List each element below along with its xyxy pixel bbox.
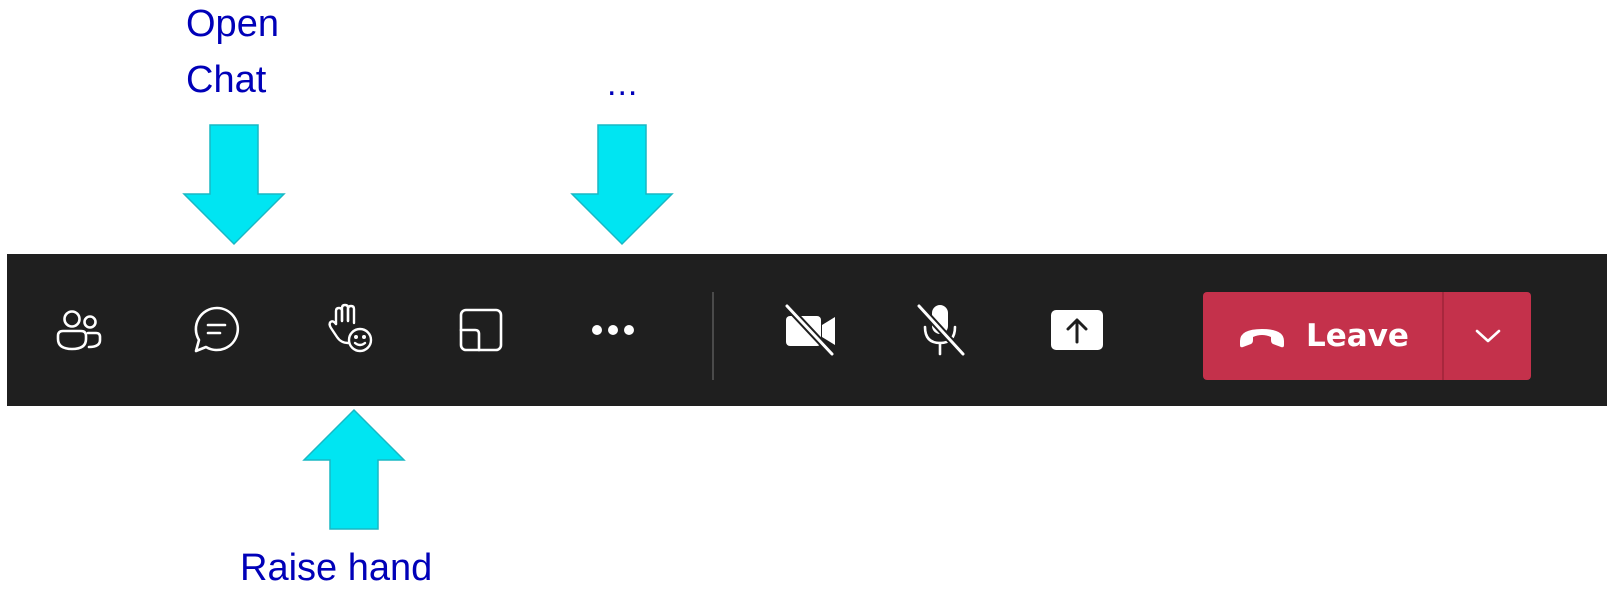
people-icon <box>56 310 102 351</box>
more-options-label: ... <box>607 65 639 103</box>
raise-hand-label: Raise hand <box>240 547 433 589</box>
more-options-button[interactable] <box>585 302 641 358</box>
meeting-toolbar: Leave <box>7 254 1607 406</box>
chat-button[interactable] <box>189 302 245 358</box>
leave-button-group: Leave <box>1203 292 1531 380</box>
people-button[interactable] <box>52 302 108 358</box>
share-screen-button[interactable] <box>1049 302 1105 358</box>
down-arrow-more-options <box>570 124 674 246</box>
microphone-button[interactable] <box>913 302 969 358</box>
phone-hangup-icon <box>1240 329 1285 348</box>
raise-hand-react-button[interactable] <box>324 302 380 358</box>
leave-button[interactable]: Leave <box>1203 292 1442 380</box>
open-chat-label-line1: Open <box>186 3 279 45</box>
camera-button[interactable] <box>782 302 838 358</box>
share-screen-icon <box>1051 310 1103 350</box>
view-layout-icon <box>459 308 503 352</box>
mic-off-icon <box>915 302 967 358</box>
up-arrow-raise-hand <box>302 408 406 530</box>
down-arrow-chat <box>182 124 286 246</box>
toolbar-divider <box>712 292 714 380</box>
view-layout-button[interactable] <box>453 302 509 358</box>
open-chat-label-line2: Chat <box>186 59 267 101</box>
leave-label: Leave <box>1306 318 1409 354</box>
chat-icon <box>194 306 240 353</box>
chevron-down-icon <box>1475 329 1500 343</box>
more-options-icon <box>592 325 634 335</box>
camera-off-icon <box>783 302 836 358</box>
leave-options-dropdown[interactable] <box>1444 292 1531 380</box>
raise-hand-react-icon <box>328 303 373 353</box>
